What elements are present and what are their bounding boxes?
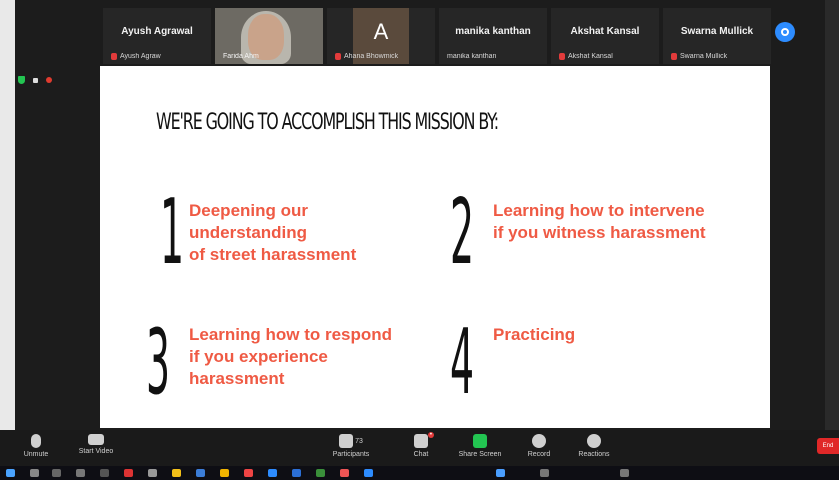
item-number: 1 [160, 180, 185, 285]
reactions-button[interactable]: Reactions [574, 434, 614, 458]
participant-tile[interactable]: Akshat Kansal Akshat Kansal [551, 8, 659, 64]
chrome-icon[interactable] [340, 469, 349, 477]
taskbar-app-icon[interactable] [220, 469, 229, 477]
participant-label: manika kanthan [447, 53, 497, 60]
item-number: 4 [450, 310, 475, 415]
item-number: 2 [450, 180, 475, 285]
meeting-status-icons [18, 76, 52, 84]
participant-tile[interactable]: A Ahana Bhowmick [327, 8, 435, 64]
window-edge [825, 0, 839, 430]
participant-label: Akshat Kansal [568, 53, 613, 60]
start-video-button[interactable]: Start Video [74, 434, 118, 455]
taskbar-app-icon[interactable] [100, 469, 109, 477]
zoom-taskbar-icon[interactable] [268, 469, 277, 477]
shared-screen-slide: WE'RE GOING TO ACCOMPLISH THIS MISSION B… [100, 66, 770, 428]
taskbar-app-icon[interactable] [124, 469, 133, 477]
taskbar-app-icon[interactable] [196, 469, 205, 477]
chat-label: Chat [413, 451, 429, 458]
participant-label: Farida Ahm [223, 53, 259, 60]
chat-badge: • [427, 432, 434, 438]
system-tray-icon[interactable] [620, 469, 629, 477]
record-icon [532, 434, 546, 448]
gallery-next-page-button[interactable] [775, 22, 795, 42]
participants-button[interactable]: 73 Participants [328, 434, 374, 458]
participant-name: Ayush Agrawal [121, 26, 193, 37]
start-video-label: Start Video [78, 448, 114, 455]
browser-edge [0, 0, 15, 480]
share-screen-button[interactable]: Share Screen [454, 434, 506, 458]
share-screen-icon [473, 434, 487, 448]
participants-icon [339, 434, 354, 448]
participants-label: Participants [332, 451, 370, 458]
slide-item-text: Learning how to respond if you experienc… [189, 325, 393, 388]
participant-name: manika kanthan [455, 26, 531, 37]
taskbar-app-icon[interactable] [148, 469, 157, 477]
slide-item-text: Deepening our understanding of street ha… [189, 201, 357, 264]
meeting-toolbar: Unmute Start Video 73 Participants • Cha… [0, 430, 839, 466]
participant-label: Ahana Bhowmick [344, 53, 399, 60]
unmute-button[interactable]: Unmute [18, 434, 54, 458]
zoom-active-icon[interactable] [364, 469, 373, 477]
video-camera-icon [88, 434, 104, 445]
participant-tile[interactable]: Swarna Mullick Swarna Mullick [663, 8, 771, 64]
slide-item-text: Practicing [493, 325, 576, 344]
participant-tile[interactable]: Ayush Agrawal Ayush Agraw [103, 8, 211, 64]
share-screen-label: Share Screen [458, 451, 502, 458]
mic-muted-icon [111, 53, 117, 60]
participants-count: 73 [355, 437, 363, 445]
recording-indicator-icon [46, 77, 52, 83]
taskbar-app-icon[interactable] [244, 469, 253, 477]
os-taskbar [0, 466, 839, 480]
participant-name: Swarna Mullick [680, 26, 754, 37]
reactions-label: Reactions [578, 451, 610, 458]
slide-title: WE'RE GOING TO ACCOMPLISH THIS MISSION B… [156, 110, 499, 135]
taskbar-app-icon[interactable] [292, 469, 301, 477]
taskbar-app-icon[interactable] [496, 469, 505, 477]
participant-label: Swarna Mullick [680, 53, 728, 60]
end-meeting-button[interactable]: End [817, 438, 839, 454]
info-icon[interactable] [33, 77, 38, 83]
system-tray-icon[interactable] [540, 469, 549, 477]
reactions-icon [587, 434, 601, 448]
record-label: Record [527, 451, 551, 458]
taskbar-app-icon[interactable] [316, 469, 325, 477]
participant-name: Akshat Kansal [570, 26, 640, 37]
next-page-icon [781, 28, 789, 36]
chat-button[interactable]: • Chat [406, 432, 436, 458]
participant-label: Ayush Agraw [120, 53, 161, 60]
mic-muted-icon [559, 53, 565, 60]
participant-tile[interactable]: manika kanthan manika kanthan [439, 8, 547, 64]
item-number: 3 [146, 310, 171, 415]
mic-muted-icon [671, 53, 677, 60]
file-explorer-icon[interactable] [172, 469, 181, 477]
task-view-icon[interactable] [52, 469, 61, 477]
chat-icon: • [414, 432, 434, 448]
start-menu-icon[interactable] [6, 469, 15, 477]
record-button[interactable]: Record [522, 434, 556, 458]
unmute-label: Unmute [23, 451, 49, 458]
microphone-icon [31, 434, 41, 448]
slide-item-text: Learning how to intervene if you witness… [493, 201, 706, 242]
participant-video-tile[interactable]: Farida Ahm [215, 8, 323, 64]
participant-gallery: Ayush Agrawal Ayush Agraw Farida Ahm A A… [103, 8, 803, 64]
security-shield-icon[interactable] [18, 76, 25, 84]
mic-muted-icon [335, 53, 341, 60]
search-icon[interactable] [30, 469, 39, 477]
taskbar-app-icon[interactable] [76, 469, 85, 477]
